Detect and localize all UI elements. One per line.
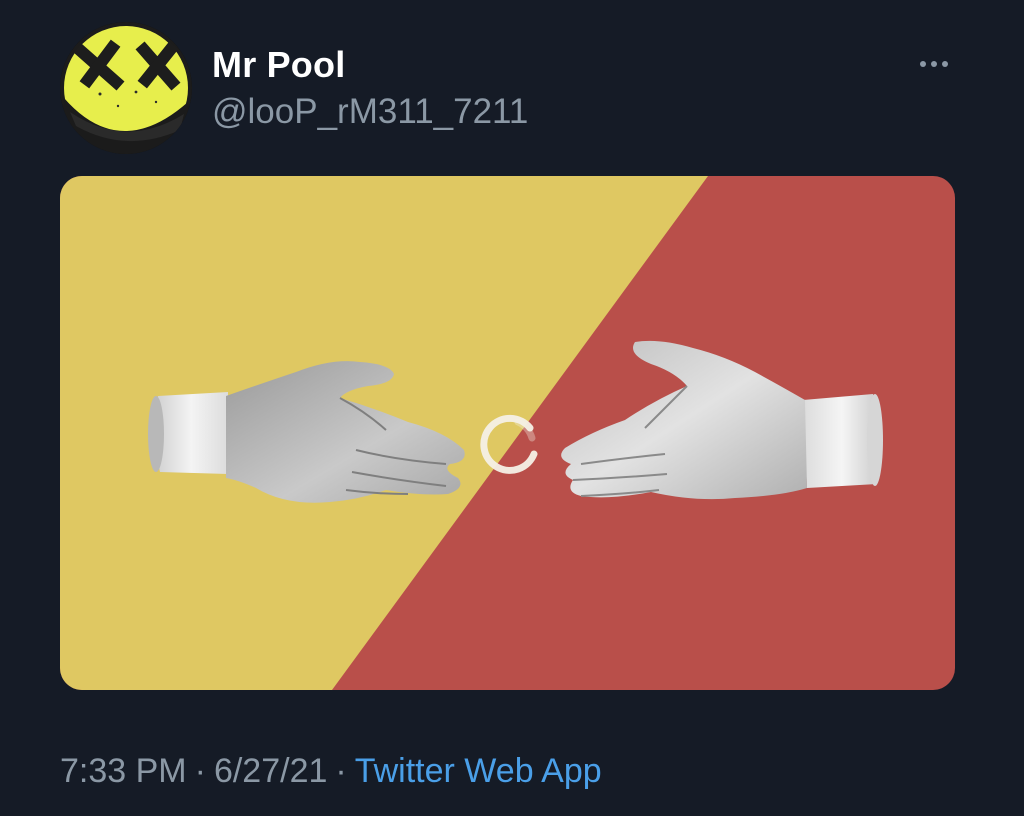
more-horizontal-icon-dot — [942, 61, 948, 67]
avatar[interactable] — [60, 22, 192, 154]
more-horizontal-icon — [920, 61, 926, 67]
user-handle[interactable]: @looP_rM311_7211 — [212, 92, 528, 132]
display-name[interactable]: Mr Pool — [212, 44, 345, 86]
tweet-time[interactable]: 7:33 PM — [60, 752, 187, 790]
source-link[interactable]: Twitter Web App — [355, 752, 602, 790]
left-hand-image — [148, 361, 465, 503]
tweet-date[interactable]: 6/27/21 — [214, 752, 327, 790]
separator: · — [194, 752, 206, 790]
loading-spinner-icon — [480, 414, 538, 474]
separator: · — [335, 752, 347, 790]
more-horizontal-icon-dot — [931, 61, 937, 67]
tweet-media-image[interactable] — [60, 176, 955, 690]
yellow-smiley-face-icon — [60, 22, 192, 154]
right-hand-image — [561, 340, 883, 500]
tweet: Mr Pool @looP_rM311_7211 7:33 PM · 6/27/… — [0, 0, 1024, 816]
more-options-button[interactable] — [914, 52, 954, 76]
tweet-metadata: 7:33 PM · 6/27/21 · Twitter Web App — [60, 752, 602, 791]
